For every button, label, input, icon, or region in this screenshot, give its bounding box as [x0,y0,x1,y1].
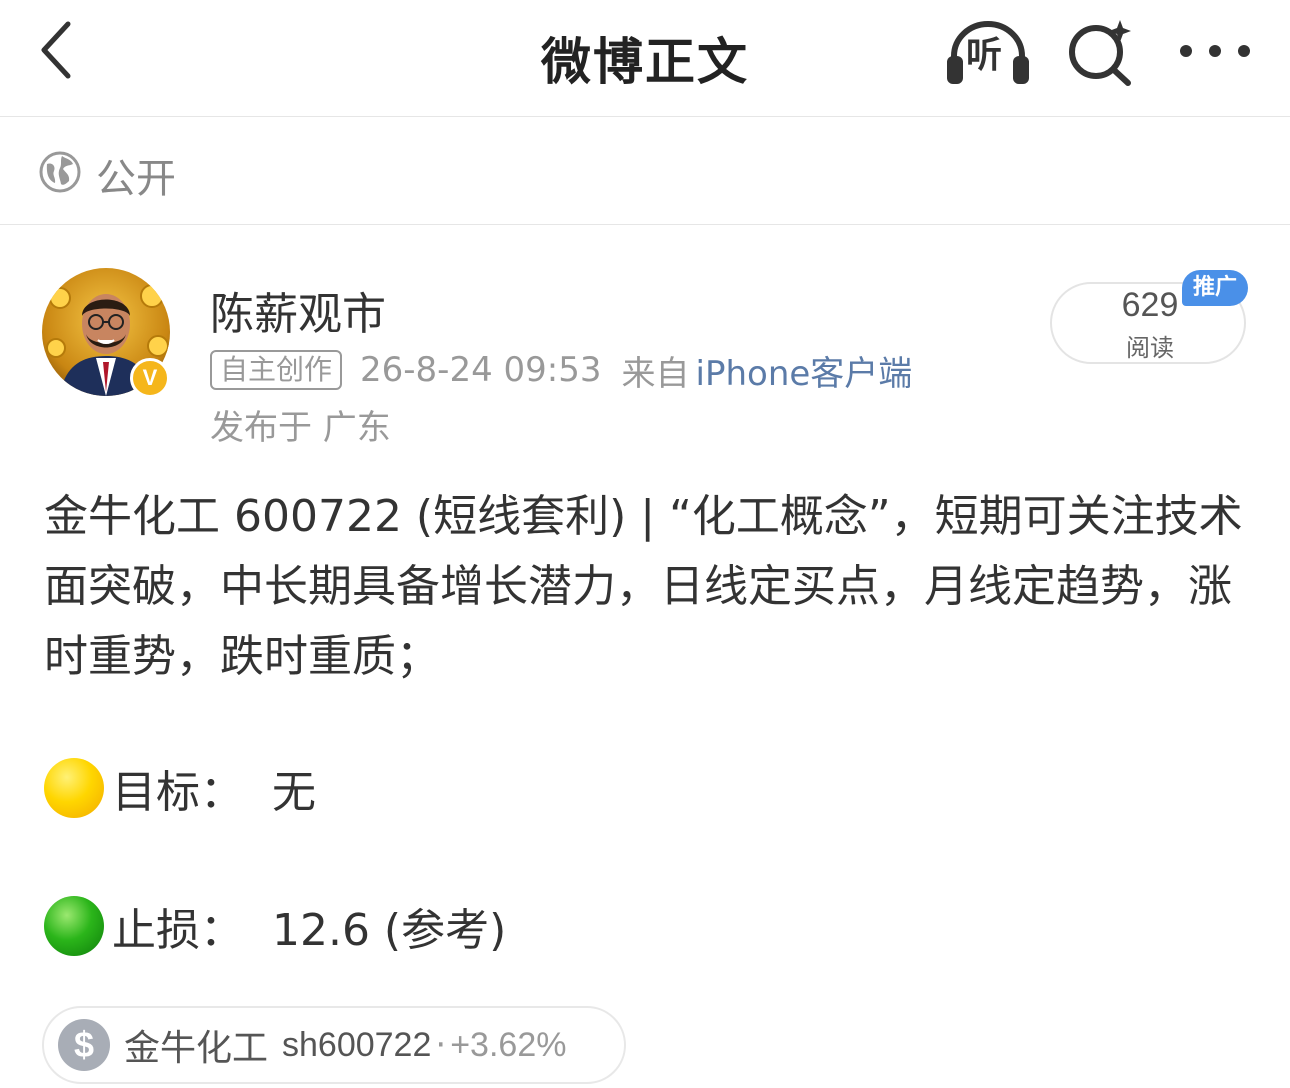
target-text: 目标： 无 [112,767,316,818]
stock-code: sh600722 [282,1025,432,1064]
privacy-label: 公开 [96,156,176,202]
promo-badge[interactable]: 推广 [1182,270,1248,306]
read-label: 阅读 [1126,334,1174,362]
post-meta: 自主创作 26-8-24 09:53 来自 iPhone客户端 [210,346,913,395]
search-sparkle-icon [1069,20,1131,86]
top-nav-bar: 微博正文 听 [0,0,1290,117]
post-location: 发布于 广东 [210,408,391,448]
stop-loss-text: 止损： 12.6 (参考) [112,905,507,956]
dollar-icon: $ [58,1019,110,1071]
stop-loss-line: 止损： 12.6 (参考) [44,894,506,958]
stock-chip[interactable]: $ 金牛化工 sh600722 · +3.62% [42,1006,626,1084]
listen-label: 听 [966,35,1003,76]
from-label: 来自 [621,353,690,394]
stock-change: +3.62% [450,1025,567,1064]
target-line: 目标： 无 [44,756,316,820]
privacy-row [0,117,1290,225]
post-time: 26-8-24 09:53 [360,350,602,390]
author-name[interactable]: 陈薪观市 [210,278,386,342]
more-icon [1180,45,1250,57]
stock-separator: · [435,1025,447,1065]
search-button[interactable] [1064,16,1138,86]
verified-badge-icon: V [130,358,170,398]
yellow-circle-emoji [44,758,104,818]
post-body: 金牛化工 600722 (短线套利) | “化工概念”，短期可关注技术面突破，中… [44,491,1243,682]
original-tag: 自主创作 [210,350,343,390]
client-link[interactable]: iPhone客户端 [696,346,913,395]
globe-icon [39,151,81,193]
stock-name: 金牛化工 [124,1028,269,1069]
green-circle-emoji [44,896,104,956]
more-button[interactable] [1176,16,1254,86]
listen-button[interactable]: 听 [944,16,1032,86]
